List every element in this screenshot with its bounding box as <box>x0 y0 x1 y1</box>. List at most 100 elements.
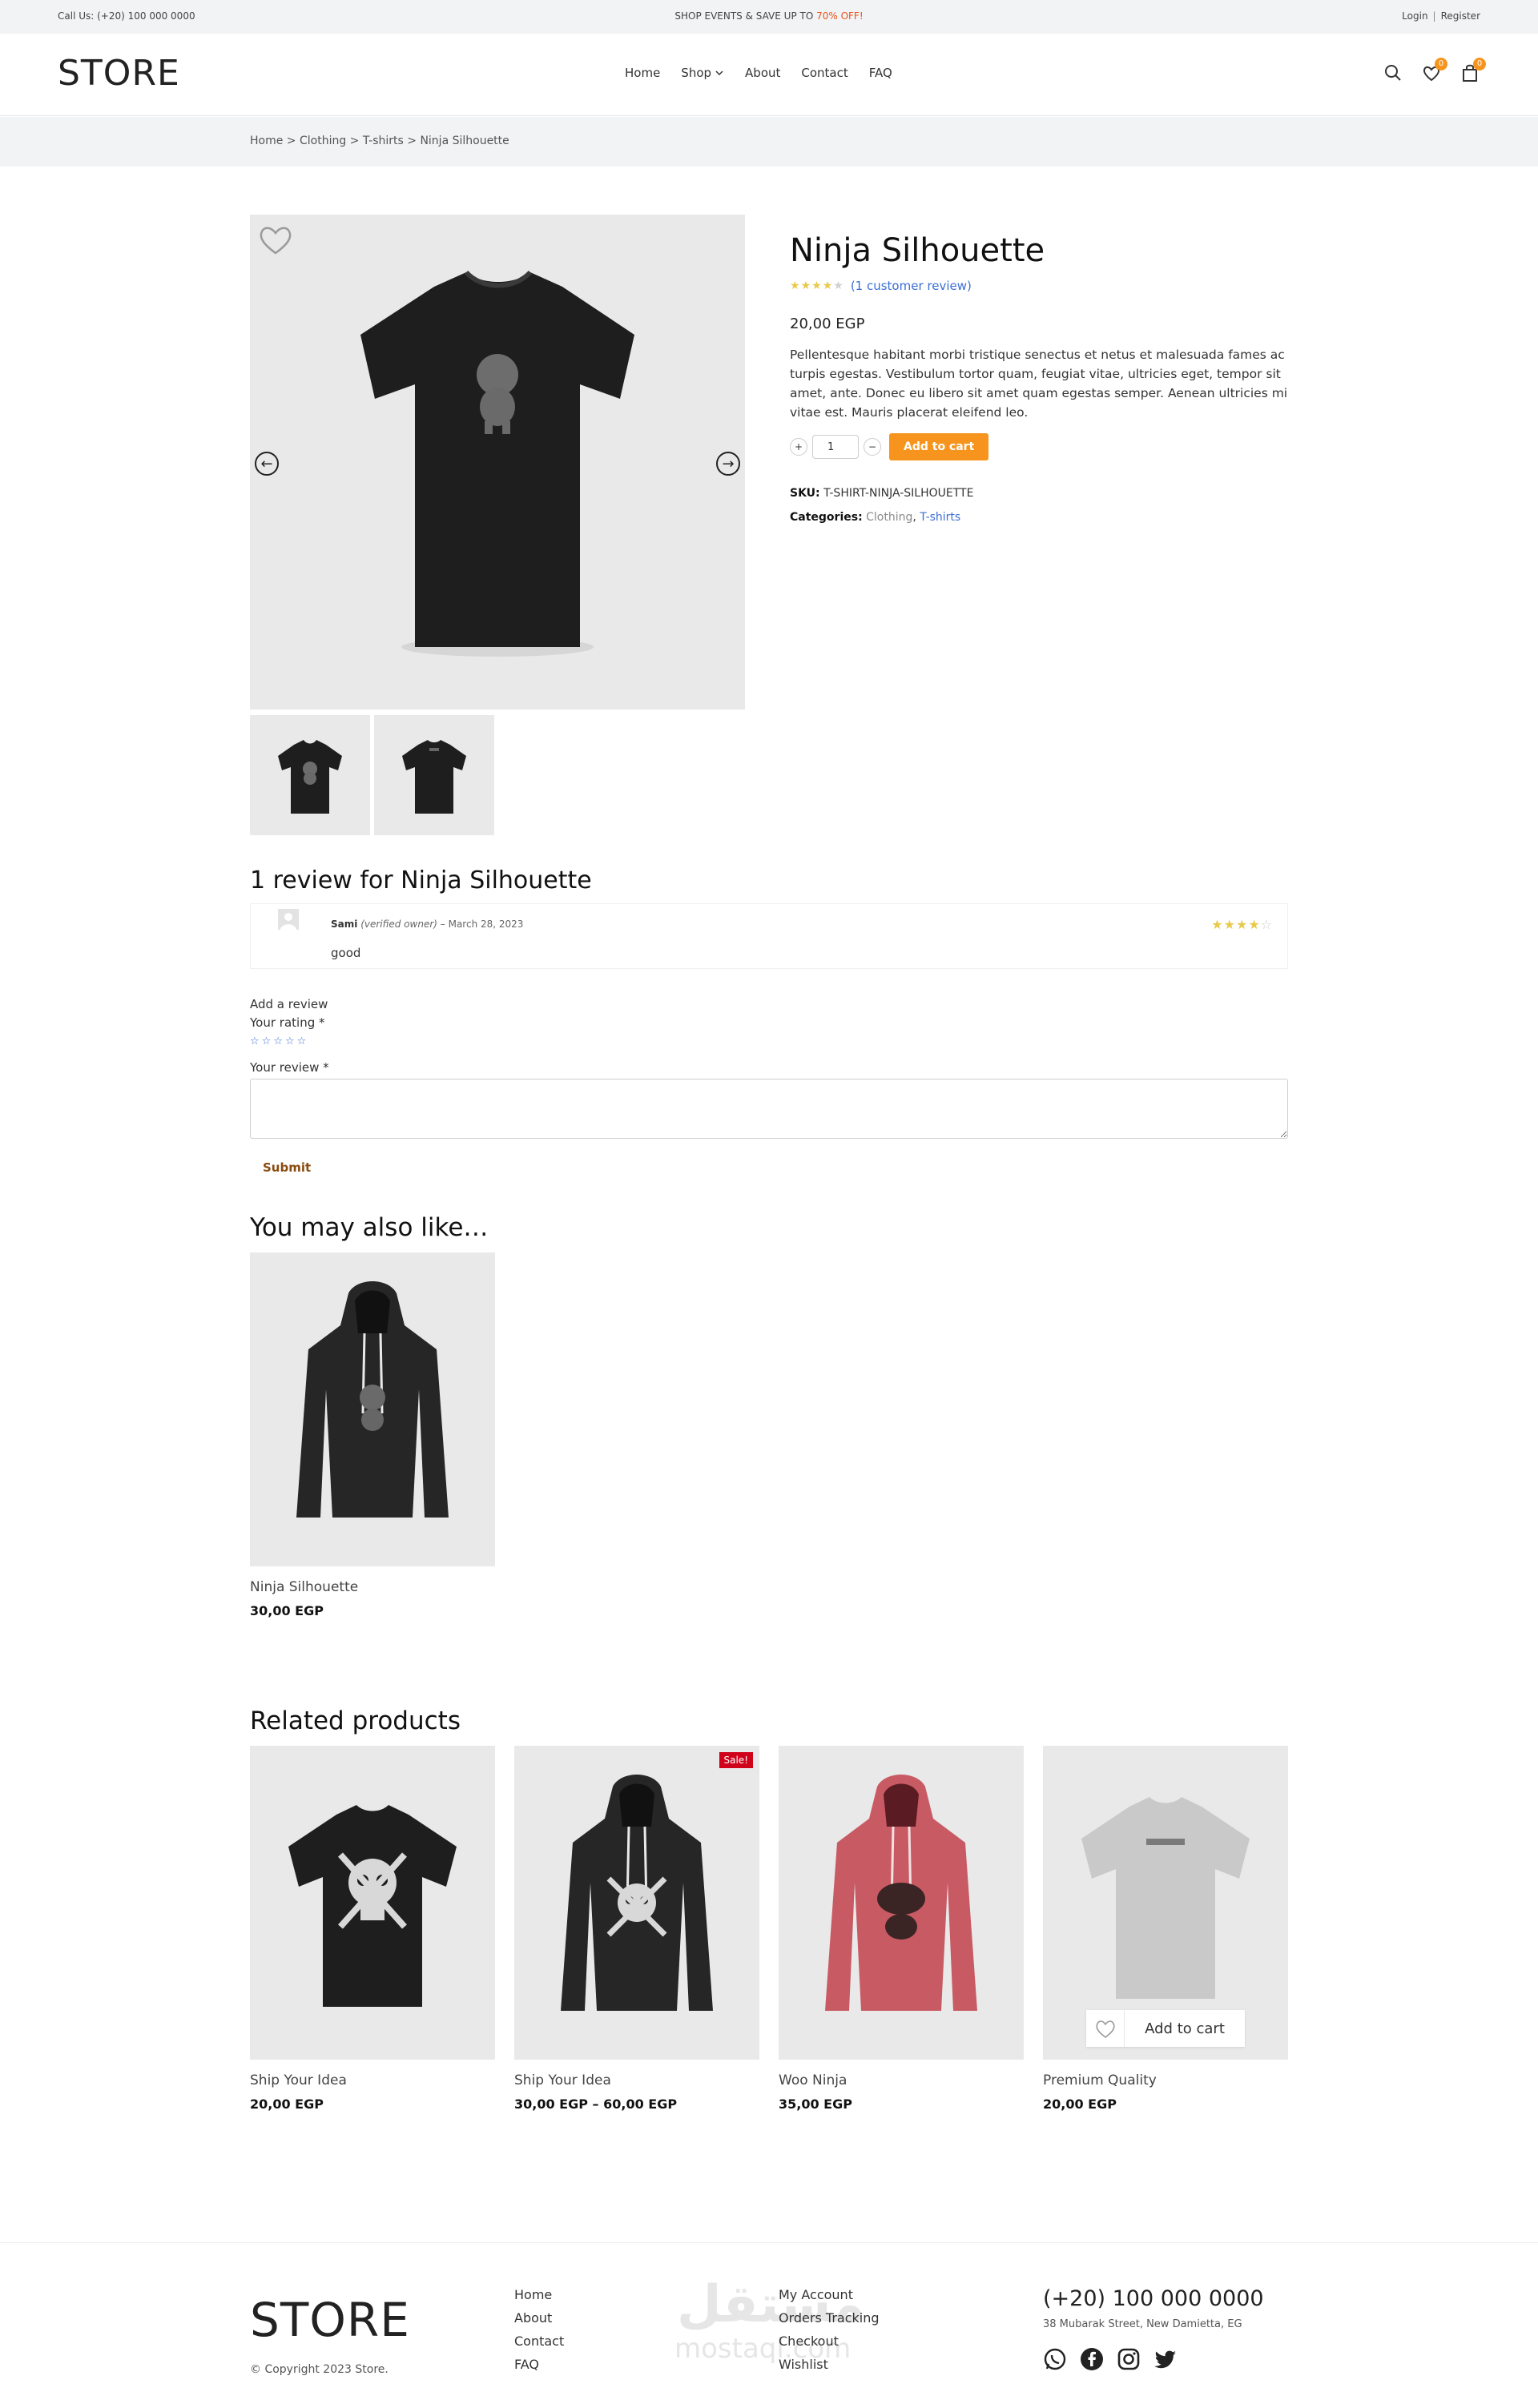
footer-links-account: My Account Orders Tracking Checkout Wish… <box>779 2283 880 2376</box>
gallery-thumbnails <box>250 715 494 835</box>
login-link[interactable]: Login <box>1402 10 1427 22</box>
nav-shop-label: Shop <box>681 66 712 80</box>
facebook-icon <box>1081 2348 1103 2370</box>
thumbnail-front[interactable] <box>250 715 370 835</box>
review-dash: – <box>437 919 449 930</box>
related-product-name[interactable]: Ship Your Idea <box>250 2072 495 2088</box>
product-description: Pellentesque habitant morbi tristique se… <box>790 348 1288 420</box>
related-product-name[interactable]: Ship Your Idea <box>514 2072 759 2088</box>
hover-add-to-cart-button[interactable]: Add to cart <box>1125 2020 1245 2037</box>
heart-outline-icon <box>1095 2020 1115 2038</box>
search-button[interactable] <box>1383 62 1403 83</box>
related-product-name[interactable]: Premium Quality <box>1043 2072 1288 2088</box>
nav-home[interactable]: Home <box>625 66 660 80</box>
related-product-image[interactable] <box>779 1746 1024 2060</box>
review-date: March 28, 2023 <box>448 919 524 930</box>
nav-about[interactable]: About <box>745 66 780 80</box>
top-bar: Call Us: (+20) 100 000 0000 SHOP EVENTS … <box>0 0 1538 34</box>
arrow-right-icon: → <box>722 455 735 472</box>
footer-link-home[interactable]: Home <box>514 2283 564 2306</box>
site-logo[interactable]: STORE <box>58 53 180 94</box>
tshirt-back-thumbnail-image <box>402 740 466 814</box>
upsell-product-price: 30,00 EGP <box>250 1603 324 1618</box>
footer-link-checkout[interactable]: Checkout <box>779 2330 880 2353</box>
twitter-link[interactable] <box>1154 2347 1178 2371</box>
category-clothing-link[interactable]: Clothing <box>866 511 912 524</box>
breadcrumb-home[interactable]: Home <box>250 135 283 147</box>
main-nav: Home Shop About Contact FAQ <box>625 66 892 80</box>
review-textarea[interactable] <box>250 1079 1288 1139</box>
category-tshirts-link[interactable]: T-shirts <box>920 511 960 524</box>
footer-phone: (+20) 100 000 0000 <box>1043 2286 1264 2311</box>
footer-logo[interactable]: STORE <box>250 2293 410 2347</box>
breadcrumb: Home > Clothing > T-shirts > Ninja Silho… <box>250 135 509 147</box>
star-icon: ★ <box>790 279 801 292</box>
related-product-image[interactable] <box>250 1746 495 2060</box>
your-rating-label: Your rating * <box>250 1015 325 1030</box>
avatar <box>278 909 299 930</box>
user-placeholder-icon <box>278 909 299 930</box>
add-to-wishlist-button[interactable] <box>1086 2010 1125 2047</box>
chevron-down-icon <box>715 70 723 76</box>
rating-star-5[interactable]: ☆ <box>297 1035 309 1047</box>
rating-star-3[interactable]: ☆ <box>273 1035 285 1047</box>
footer-link-wishlist[interactable]: Wishlist <box>779 2353 880 2376</box>
breadcrumb-band: Home > Clothing > T-shirts > Ninja Silho… <box>0 117 1538 167</box>
submit-review-button[interactable]: Submit <box>250 1157 324 1178</box>
related-product-image[interactable]: Sale! <box>514 1746 759 2060</box>
footer-copyright: © Copyright 2023 Store. <box>250 2363 389 2376</box>
related-product-image[interactable]: Add to cart <box>1043 1746 1288 2060</box>
arrow-left-icon: ← <box>260 455 273 472</box>
footer-link-about[interactable]: About <box>514 2306 564 2330</box>
gallery-prev-button[interactable]: ← <box>255 452 279 476</box>
nav-contact[interactable]: Contact <box>801 66 848 80</box>
footer-link-my-account[interactable]: My Account <box>779 2283 880 2306</box>
quantity-increase-button[interactable]: + <box>790 438 807 456</box>
rating-star-2[interactable]: ☆ <box>262 1035 274 1047</box>
quantity-input[interactable] <box>812 435 859 459</box>
upsell-product-image[interactable] <box>250 1252 495 1566</box>
star-outline-icon: ★ <box>833 279 844 292</box>
upsell-product-card[interactable]: Ninja Silhouette 30,00 EGP <box>250 1252 495 1618</box>
related-product-name[interactable]: Woo Ninja <box>779 2072 1024 2088</box>
gallery-next-button[interactable]: → <box>716 452 740 476</box>
related-product-price: 30,00 EGP – 60,00 EGP <box>514 2096 678 2112</box>
breadcrumb-tshirts[interactable]: T-shirts <box>363 135 404 147</box>
header-icons: 0 0 <box>1383 58 1486 83</box>
add-to-cart-button[interactable]: Add to cart <box>889 433 989 460</box>
quantity-decrease-button[interactable]: − <box>864 438 881 456</box>
related-product-card[interactable]: Sale! Ship Your Idea 30,00 EGP – 60,00 E… <box>514 1746 759 2112</box>
star-icon: ★ <box>1211 917 1224 932</box>
product-summary: Ninja Silhouette ★★★★★ (1 customer revie… <box>790 232 1290 529</box>
thumbnail-back[interactable] <box>374 715 494 835</box>
rating-star-4[interactable]: ☆ <box>285 1035 297 1047</box>
cart-button[interactable]: 0 <box>1459 58 1486 83</box>
related-product-card[interactable]: Ship Your Idea 20,00 EGP <box>250 1746 495 2112</box>
categories-row: Categories: Clothing, T-shirts <box>790 505 1290 529</box>
search-icon <box>1385 65 1401 81</box>
whatsapp-link[interactable] <box>1043 2347 1067 2371</box>
instagram-link[interactable] <box>1117 2347 1141 2371</box>
related-product-price: 20,00 EGP <box>250 2096 324 2112</box>
related-product-card[interactable]: Add to cart Premium Quality 20,00 EGP <box>1043 1746 1288 2112</box>
footer-link-contact[interactable]: Contact <box>514 2330 564 2353</box>
breadcrumb-clothing[interactable]: Clothing <box>300 135 346 147</box>
nav-shop[interactable]: Shop <box>681 66 724 80</box>
related-product-card[interactable]: Woo Ninja 35,00 EGP <box>779 1746 1024 2112</box>
customer-review-link[interactable]: (1 customer review) <box>851 279 972 293</box>
register-link[interactable]: Register <box>1441 10 1480 22</box>
footer-social-links <box>1043 2347 1178 2371</box>
upsell-product-name[interactable]: Ninja Silhouette <box>250 1579 495 1595</box>
rating-star-1[interactable]: ☆ <box>250 1035 262 1047</box>
review-rating-stars: ★★★★☆ <box>1211 917 1273 932</box>
sku-value: T-SHIRT-NINJA-SILHOUETTE <box>823 487 974 500</box>
facebook-link[interactable] <box>1080 2347 1104 2371</box>
site-footer: مستقل mostaql.com STORE © Copyright 2023… <box>0 2242 1538 2408</box>
footer-link-faq[interactable]: FAQ <box>514 2353 564 2376</box>
nav-faq[interactable]: FAQ <box>869 66 892 80</box>
footer-link-orders-tracking[interactable]: Orders Tracking <box>779 2306 880 2330</box>
promo-prefix: SHOP EVENTS & SAVE UP TO <box>674 10 817 22</box>
tshirt-front-thumbnail-image <box>278 740 342 814</box>
site-header: STORE Home Shop About Contact FAQ 0 0 <box>0 34 1538 116</box>
wishlist-button[interactable]: 0 <box>1421 58 1447 83</box>
